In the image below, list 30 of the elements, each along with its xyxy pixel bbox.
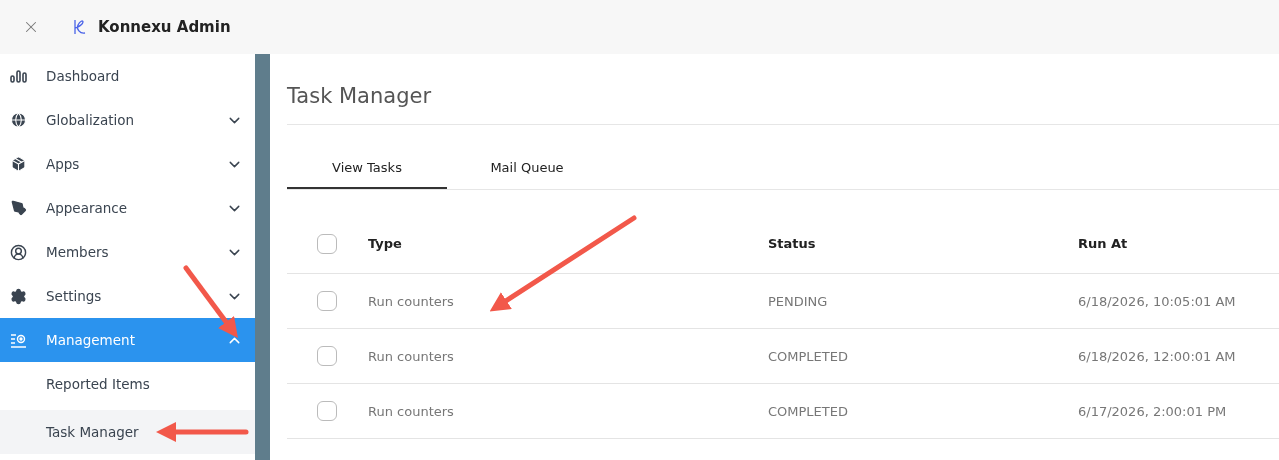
page-title: Task Manager: [287, 54, 1279, 125]
gear-icon: [10, 287, 27, 305]
cube-icon: [10, 155, 27, 173]
table-cell-text: Run counters: [368, 403, 455, 419]
table-cell-text: 6/18/2026, 12:00:01 AM: [1078, 348, 1237, 364]
column-header: Type: [368, 236, 403, 251]
column-header: Status: [768, 236, 817, 251]
select-all-checkbox[interactable]: [317, 233, 337, 254]
list-gear-icon: [10, 331, 27, 349]
table-cell-text: COMPLETED: [768, 348, 849, 364]
logo-icon: [72, 19, 86, 35]
user-icon: [10, 243, 27, 261]
row-checkbox[interactable]: [317, 346, 337, 366]
bar-chart-icon: [10, 67, 27, 85]
tab[interactable]: Mail Queue: [447, 147, 607, 189]
sidebar-subitem[interactable]: Task Manager: [0, 410, 255, 454]
scrollbar[interactable]: [255, 54, 270, 460]
tab[interactable]: View Tasks: [287, 147, 447, 189]
table-cell-text: Run counters: [368, 293, 455, 309]
table-cell-text: 6/17/2026, 2:00:01 PM: [1078, 403, 1228, 419]
row-checkbox[interactable]: [317, 401, 337, 421]
table-cell-text: COMPLETED: [768, 403, 849, 419]
table-cell-text: PENDING: [768, 293, 829, 309]
row-checkbox[interactable]: [317, 291, 337, 311]
table-cell-text: Run counters: [368, 348, 455, 364]
pen-icon: [10, 199, 27, 217]
app-title: Konnexu Admin: [98, 18, 231, 36]
column-header: Run At: [1078, 236, 1129, 251]
table-cell-text: 6/18/2026, 10:05:01 AM: [1078, 293, 1237, 309]
globe-icon: [10, 111, 27, 129]
